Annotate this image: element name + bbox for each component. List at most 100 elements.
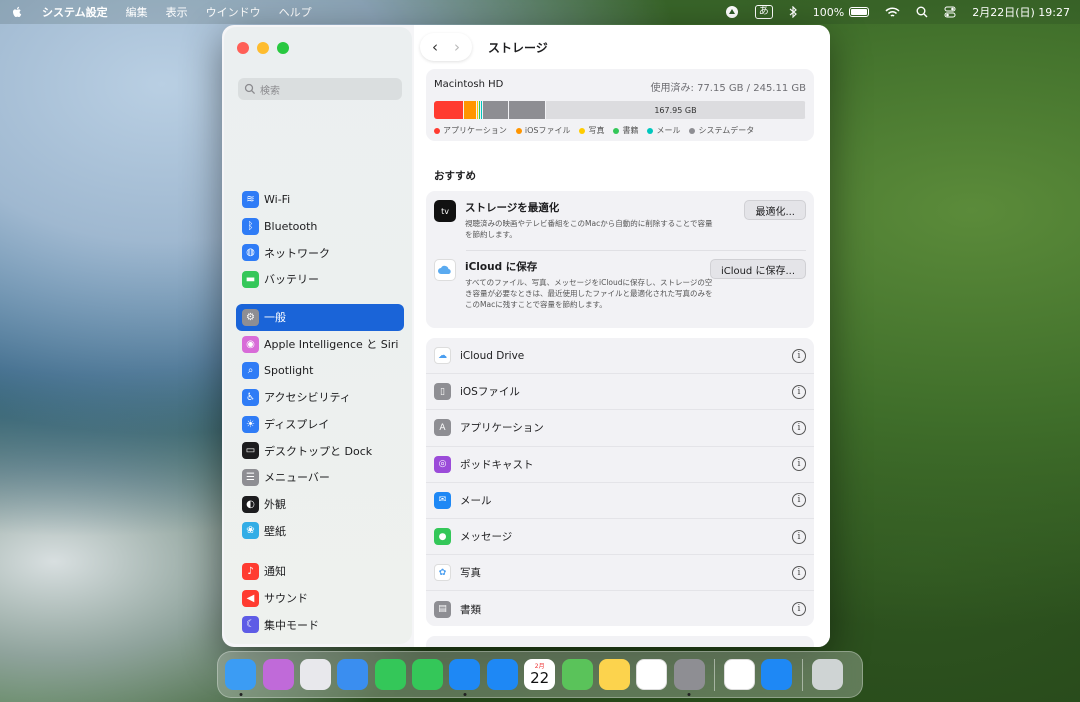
- dock-divider: [713, 658, 715, 691]
- sidebar-item[interactable]: ◍ ネットワーク: [236, 239, 404, 266]
- icloud-icon: [434, 259, 456, 281]
- storage-category-row[interactable]: ● メッセージ i: [426, 519, 814, 556]
- storage-category-row[interactable]: ✉ メール i: [426, 483, 814, 519]
- forward-chevron-icon[interactable]: ›: [446, 38, 468, 56]
- trash-icon[interactable]: [811, 659, 843, 690]
- system-settings-window: 検索 ≋ Wi-Fi ᛒ Bluetooth ◍ ネットワーク ▬ バッテリー ⚙ 一般 ◉ App…: [222, 25, 830, 647]
- sidebar-item[interactable]: ⌕ Spotlight: [236, 357, 404, 384]
- info-icon[interactable]: i: [792, 420, 806, 435]
- storage-category-row[interactable]: ☁ iCloud Drive i: [426, 338, 814, 375]
- sidebar-item[interactable]: ▭ デスクトップと Dock: [236, 437, 404, 464]
- sidebar-item-label: Apple Intelligence と Siri: [264, 338, 399, 352]
- menu-help[interactable]: ヘルプ: [279, 4, 312, 20]
- notes-icon[interactable]: [598, 659, 630, 690]
- info-icon[interactable]: i: [792, 602, 806, 617]
- app-store-icon[interactable]: [486, 659, 518, 690]
- safari-icon[interactable]: [449, 659, 481, 696]
- input-source-indicator[interactable]: あ: [754, 5, 773, 19]
- appletv-icon: tv: [434, 200, 456, 222]
- system-settings-icon[interactable]: [673, 659, 705, 696]
- sidebar-item-label: ネットワーク: [264, 246, 330, 260]
- photos-app-icon[interactable]: [636, 659, 668, 690]
- sidebar-item[interactable]: ☀ ディスプレイ: [236, 411, 404, 438]
- legend-dot-icon: [579, 127, 586, 134]
- storage-category-row[interactable]: ◎ ポッドキャスト i: [426, 447, 814, 483]
- storage-category-label: 書類: [460, 603, 481, 616]
- applications-icon: A: [434, 419, 451, 437]
- zoom-button[interactable]: [277, 42, 289, 54]
- google-drive-status-icon[interactable]: [725, 5, 739, 19]
- save-to-icloud-button[interactable]: iCloud に保存...: [709, 259, 806, 279]
- launchpad-icon[interactable]: [299, 659, 331, 690]
- wifi-status-icon[interactable]: [885, 6, 900, 18]
- back-chevron-icon[interactable]: ‹: [424, 38, 446, 56]
- sidebar-group-system: ⚙ 一般 ◉ Apple Intelligence と Siri ⌕ Spotlight ♿…: [236, 304, 404, 544]
- info-icon[interactable]: i: [792, 565, 806, 580]
- info-icon[interactable]: i: [792, 529, 806, 544]
- sidebar-item[interactable]: ♿ アクセシビリティ: [236, 384, 404, 411]
- menubar-icon: ☰: [242, 468, 259, 486]
- sidebar-item-label: メニューバー: [264, 471, 330, 485]
- minimize-button[interactable]: [257, 42, 269, 54]
- menu-view[interactable]: 表示: [166, 4, 188, 20]
- messages-app-icon[interactable]: [412, 659, 444, 690]
- sidebar-item[interactable]: ◐ 外観: [236, 491, 404, 518]
- calendar-day-label: 22: [530, 668, 550, 687]
- sidebar-item-label: Wi-Fi: [264, 192, 291, 206]
- storage-category-row[interactable]: ▤ 書類 i: [426, 591, 814, 627]
- spotlight-search-icon[interactable]: [916, 6, 928, 18]
- menu-window[interactable]: ウインドウ: [206, 4, 261, 20]
- storage-categories-list: ☁ iCloud Drive i ▯ iOSファイル i A アプリケーション i ◎ ポッドキャス…: [426, 338, 814, 626]
- sidebar-item[interactable]: ◉ Apple Intelligence と Siri: [236, 331, 404, 358]
- running-indicator: [463, 693, 467, 696]
- safari-download-icon[interactable]: [761, 659, 793, 690]
- accessibility-icon: ♿: [242, 388, 259, 406]
- siri-app-icon[interactable]: [262, 659, 294, 690]
- close-button[interactable]: [237, 42, 249, 54]
- storage-category-label: ポッドキャスト: [460, 458, 534, 471]
- sidebar-item[interactable]: ❀ 壁紙: [236, 518, 404, 545]
- sidebar-item[interactable]: ◀ サウンド: [236, 585, 404, 612]
- podcasts-icon: ◎: [434, 455, 451, 473]
- storage-category-row[interactable]: A アプリケーション i: [426, 410, 814, 447]
- storage-category-row[interactable]: ▯ iOSファイル i: [426, 374, 814, 411]
- google-drive-icon[interactable]: [724, 659, 756, 690]
- divider: [466, 250, 806, 251]
- mail-icon: ✉: [434, 491, 451, 509]
- search-input[interactable]: 検索: [238, 78, 402, 100]
- sidebar-item[interactable]: ᛒ Bluetooth: [236, 213, 404, 240]
- info-icon[interactable]: i: [792, 493, 806, 508]
- bluetooth-status-icon[interactable]: [789, 6, 797, 18]
- search-placeholder: 検索: [260, 85, 280, 97]
- mail-app-icon[interactable]: [337, 659, 369, 690]
- menu-app-name[interactable]: システム設定: [42, 4, 108, 20]
- optimize-button[interactable]: 最適化...: [744, 200, 806, 220]
- legend-item: メール: [647, 125, 680, 136]
- info-icon[interactable]: i: [792, 348, 806, 363]
- menu-bar: システム設定 編集 表示 ウインドウ ヘルプ あ 100% 2月22日(日) 1…: [0, 0, 1080, 24]
- legend-label: iOSファイル: [524, 126, 571, 135]
- finder-icon[interactable]: [225, 659, 257, 696]
- menu-clock[interactable]: 2月22日(日) 19:27: [972, 4, 1070, 20]
- info-icon[interactable]: i: [792, 457, 806, 472]
- toolbar: ‹ › ストレージ: [414, 25, 830, 69]
- info-icon[interactable]: i: [792, 384, 806, 399]
- apple-menu-icon[interactable]: [10, 5, 24, 19]
- legend-item: 書籍: [613, 125, 638, 136]
- sidebar-item[interactable]: ♪ 通知: [236, 558, 404, 585]
- sidebar-item[interactable]: ☰ メニューバー: [236, 464, 404, 491]
- recommendation-description: すべてのファイル、写真、メッセージをiCloudに保存し、ストレージの空き容量が…: [465, 278, 713, 309]
- storage-category-row[interactable]: ✿ 写真 i: [426, 555, 814, 592]
- calendar-icon[interactable]: 2月 22: [524, 659, 556, 690]
- facetime-icon[interactable]: [374, 659, 406, 690]
- sidebar-item[interactable]: ≋ Wi-Fi: [236, 186, 404, 213]
- sidebar-item[interactable]: ▬ バッテリー: [236, 266, 404, 293]
- battery-status[interactable]: 100%: [813, 6, 870, 19]
- menu-edit[interactable]: 編集: [126, 4, 148, 20]
- control-center-icon[interactable]: [944, 6, 956, 18]
- maps-icon[interactable]: [561, 659, 593, 690]
- wifi-icon: ≋: [242, 190, 259, 208]
- sidebar-item[interactable]: ⚙ 一般: [236, 304, 404, 331]
- sidebar: 検索 ≋ Wi-Fi ᛒ Bluetooth ◍ ネットワーク ▬ バッテリー ⚙ 一般 ◉ App…: [224, 27, 412, 644]
- sidebar-item[interactable]: ☾ 集中モード: [236, 611, 404, 638]
